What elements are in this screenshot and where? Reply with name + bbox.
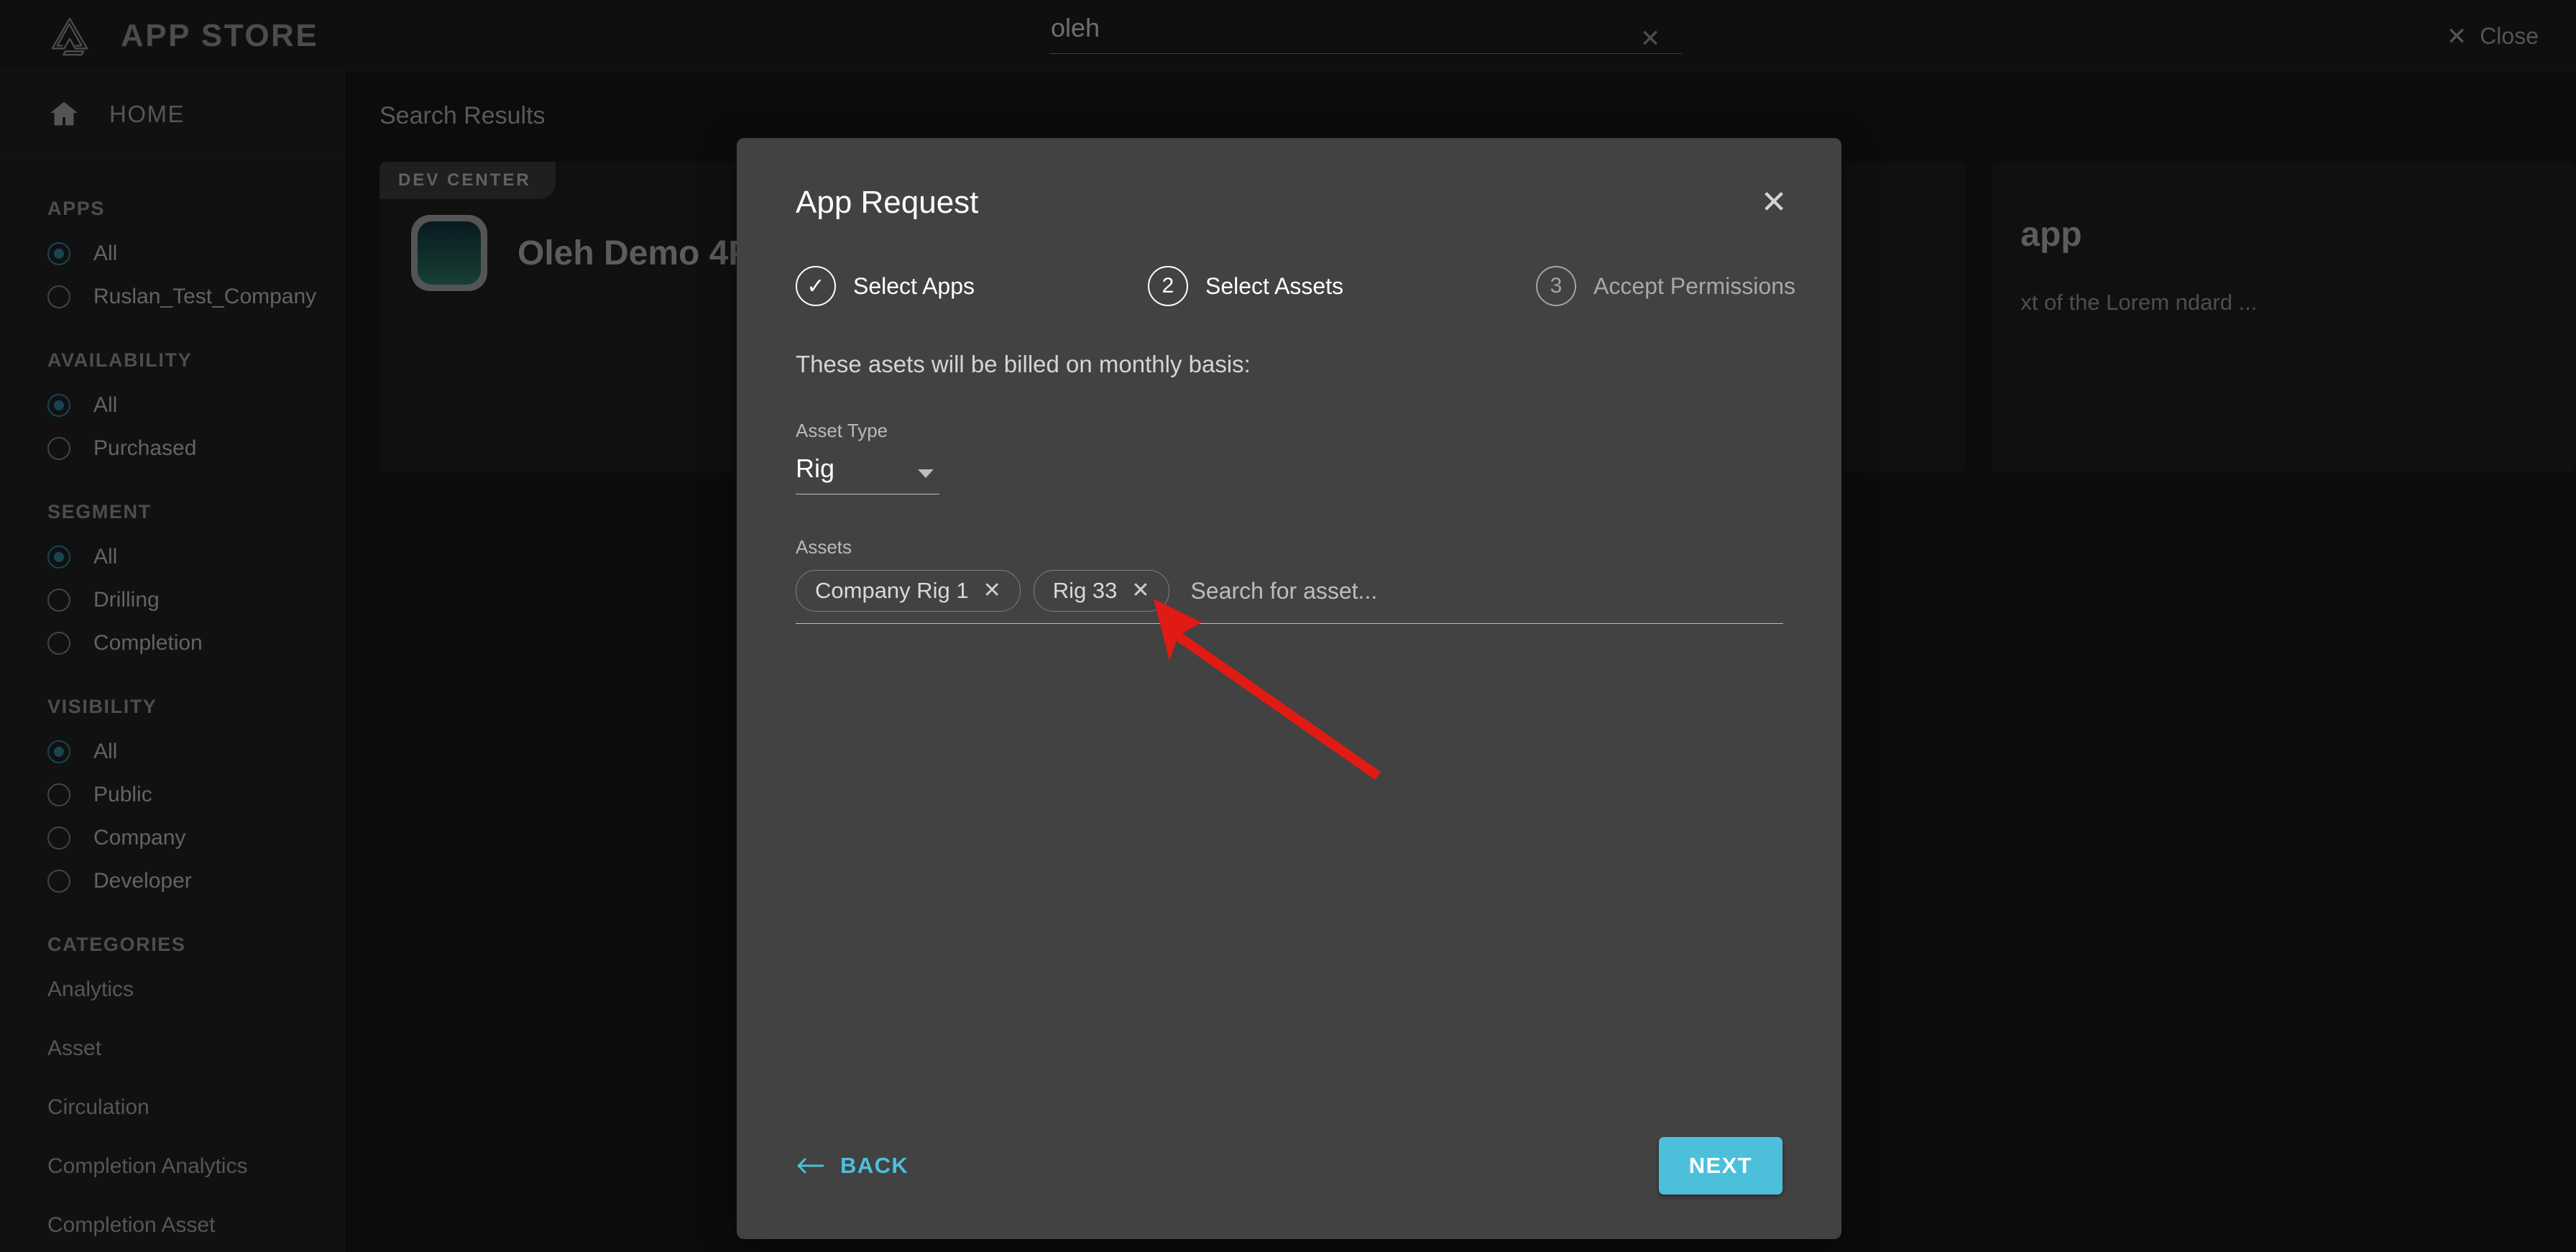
billing-note: These asets will be billed on monthly ba… (796, 351, 1251, 377)
app-root: HOME APPS All Ruslan_Test_Company AVAILA… (0, 0, 2576, 1252)
step-select-apps[interactable]: ✓ Select Apps (796, 266, 1148, 306)
arrow-left-icon (796, 1156, 824, 1176)
chip-remove-close-icon[interactable]: ✕ (1131, 580, 1149, 602)
assets-field: Assets Company Rig 1 ✕ Rig 33 ✕ (796, 536, 1783, 624)
asset-type-select[interactable]: Rig (796, 454, 939, 494)
asset-type-value: Rig (796, 454, 835, 483)
step-accept-permissions[interactable]: 3 Accept Permissions (1536, 266, 1795, 306)
step-select-assets[interactable]: 2 Select Assets (1148, 266, 1536, 306)
asset-chip[interactable]: Rig 33 ✕ (1033, 570, 1169, 612)
step-label: Accept Permissions (1593, 272, 1795, 299)
asset-type-field: Asset Type Rig (796, 420, 1782, 494)
step-marker-3: 3 (1536, 266, 1576, 306)
modal-body: These asets will be billed on monthly ba… (737, 306, 1841, 1137)
assets-label: Assets (796, 536, 852, 558)
asset-chip[interactable]: Company Rig 1 ✕ (796, 570, 1021, 612)
modal-title: App Request (796, 185, 979, 220)
assets-chips-input[interactable]: Company Rig 1 ✕ Rig 33 ✕ (796, 570, 1783, 624)
modal-close-icon[interactable]: ✕ (1754, 183, 1794, 223)
app-request-modal: App Request ✕ ✓ Select Apps 2 Select Ass… (737, 138, 1841, 1239)
asset-chip-label: Rig 33 (1052, 578, 1118, 603)
stepper: ✓ Select Apps 2 Select Assets 3 Accept P… (737, 223, 1841, 306)
asset-search-input[interactable] (1182, 571, 1783, 610)
asset-type-label: Asset Type (796, 420, 888, 441)
step-marker-2: 2 (1148, 266, 1188, 306)
chevron-down-icon (918, 469, 934, 478)
next-button[interactable]: NEXT (1658, 1137, 1782, 1195)
back-button[interactable]: BACK (796, 1153, 908, 1179)
modal-header: App Request ✕ (737, 138, 1841, 223)
asset-chip-label: Company Rig 1 (815, 578, 969, 603)
step-marker-check-icon: ✓ (796, 266, 836, 306)
step-label: Select Apps (853, 272, 975, 299)
chip-remove-close-icon[interactable]: ✕ (983, 580, 1001, 602)
modal-footer: BACK NEXT (737, 1137, 1841, 1239)
back-button-label: BACK (840, 1153, 909, 1178)
step-label: Select Assets (1205, 272, 1344, 299)
